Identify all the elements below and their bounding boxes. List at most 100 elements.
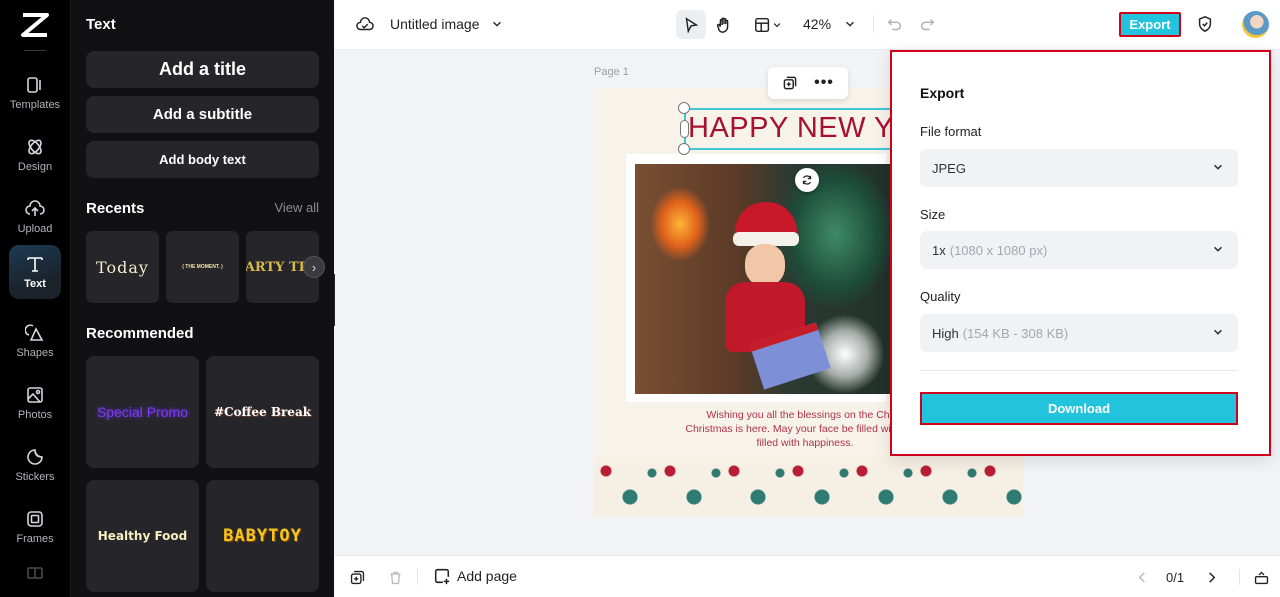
bottom-divider xyxy=(417,569,418,585)
collapse-pages-button[interactable] xyxy=(1252,568,1270,586)
add-page-button[interactable]: Add page xyxy=(433,567,517,585)
recent-text-the-moment[interactable]: ( THE MOMENT. ) xyxy=(166,231,239,303)
undo-button[interactable] xyxy=(885,15,905,35)
rail-item-templates[interactable]: Templates xyxy=(9,66,61,120)
rail-item-shapes[interactable]: Shapes xyxy=(9,314,61,368)
document-title[interactable]: Untitled image xyxy=(390,16,480,32)
cloud-sync-icon[interactable] xyxy=(355,15,375,35)
text-selection-box[interactable] xyxy=(684,108,924,150)
rail-item-text[interactable]: Text xyxy=(9,245,61,299)
zoom-level[interactable]: 42% xyxy=(803,16,831,32)
rail-item-label: Photos xyxy=(17,409,53,421)
resize-handle-left[interactable] xyxy=(680,120,689,138)
chevron-left-icon xyxy=(1138,571,1145,583)
rail-item-upload[interactable]: Upload xyxy=(9,190,61,244)
recommended-coffee-break[interactable]: #Coffee Break xyxy=(206,356,319,468)
photos-icon xyxy=(27,387,43,403)
expand-pages-icon xyxy=(1254,570,1268,584)
size-label: Size xyxy=(920,207,946,222)
previous-page-button[interactable] xyxy=(1134,568,1150,586)
add-body-text-button[interactable]: Add body text xyxy=(86,141,319,178)
recommended-label: Special Promo xyxy=(96,404,189,420)
export-panel: Export File format JPEG Size 1x (1080 x … xyxy=(890,50,1271,456)
recents-next-button[interactable]: › xyxy=(303,256,325,278)
rail-item-photos[interactable]: Photos xyxy=(9,376,61,430)
rail-item-frames[interactable]: Frames xyxy=(9,500,61,554)
rail-item-more[interactable] xyxy=(9,558,61,588)
chevron-down-icon xyxy=(1214,329,1222,335)
bottom-divider xyxy=(1239,569,1240,585)
next-page-button[interactable] xyxy=(1203,568,1219,586)
recommended-babytoy[interactable]: BABYTOY xyxy=(206,480,319,592)
more-options-button[interactable]: ••• xyxy=(814,74,834,92)
quality-label: Quality xyxy=(920,289,961,304)
upload-icon xyxy=(25,200,45,216)
top-bar: Untitled image 42% Export xyxy=(335,0,1280,50)
hand-icon xyxy=(716,17,729,33)
panel-title: Text xyxy=(86,16,116,33)
duplicate-icon xyxy=(783,76,797,90)
chevron-right-icon: › xyxy=(311,259,317,275)
export-panel-title: Export xyxy=(920,85,965,101)
chevron-down-icon xyxy=(773,23,781,28)
capcut-logo-icon[interactable] xyxy=(19,11,51,39)
shapes-icon xyxy=(25,324,44,341)
size-detail: (1080 x 1080 px) xyxy=(949,242,1048,258)
rail-item-label: Upload xyxy=(17,223,53,235)
delete-page-button[interactable] xyxy=(386,568,404,586)
rail-item-label: Templates xyxy=(9,99,61,111)
toolbar-divider xyxy=(873,15,874,33)
photo-face xyxy=(745,244,785,286)
recommended-healthy-food[interactable]: Healthy Food xyxy=(86,480,199,592)
rail-item-label: Text xyxy=(24,278,46,290)
recent-text-label: Today xyxy=(96,257,149,277)
recommended-special-promo[interactable]: Special Promo xyxy=(86,356,199,468)
redo-icon xyxy=(920,19,935,31)
zoom-chevron-down-icon[interactable] xyxy=(843,16,857,32)
duplicate-page-button[interactable] xyxy=(348,568,366,586)
recommended-heading: Recommended xyxy=(86,325,194,342)
title-chevron-down-icon[interactable] xyxy=(490,16,504,32)
shield-check-button[interactable] xyxy=(1195,14,1215,34)
file-format-select[interactable]: JPEG xyxy=(920,149,1238,187)
text-panel: Text Add a title Add a subtitle Add body… xyxy=(71,0,334,597)
frames-icon xyxy=(27,511,43,527)
hand-tool-button[interactable] xyxy=(713,14,735,36)
add-subtitle-button[interactable]: Add a subtitle xyxy=(86,96,319,133)
quality-select[interactable]: High (154 KB - 308 KB) xyxy=(920,314,1238,352)
recent-text-label: ( THE MOMENT. ) xyxy=(182,264,223,270)
select-tool-button[interactable] xyxy=(676,10,706,39)
export-button[interactable]: Export xyxy=(1119,12,1181,37)
recommended-label: BABYTOY xyxy=(223,526,302,546)
templates-icon xyxy=(27,77,41,93)
view-all-link[interactable]: View all xyxy=(274,200,319,215)
christmas-photo[interactable] xyxy=(635,164,895,394)
size-select[interactable]: 1x (1080 x 1080 px) xyxy=(920,231,1238,269)
chevron-down-icon xyxy=(1214,164,1222,170)
left-rail: Templates Design Upload Text Shapes Phot… xyxy=(0,0,71,597)
download-button[interactable]: Download xyxy=(920,392,1238,425)
file-format-value: JPEG xyxy=(932,160,966,176)
resize-handle-bottom-left[interactable] xyxy=(678,143,690,155)
rail-item-design[interactable]: Design xyxy=(9,128,61,182)
recommended-label: Healthy Food xyxy=(97,529,188,543)
rail-divider xyxy=(24,50,46,51)
undo-icon xyxy=(887,19,902,31)
add-title-button[interactable]: Add a title xyxy=(86,51,319,88)
rail-item-stickers[interactable]: Stickers xyxy=(9,438,61,492)
christmas-pattern-border[interactable] xyxy=(594,457,1023,517)
bottom-bar: Add page 0/1 xyxy=(335,555,1280,597)
export-panel-divider xyxy=(920,370,1238,371)
duplicate-element-button[interactable] xyxy=(781,74,799,92)
user-avatar[interactable] xyxy=(1242,11,1269,38)
recent-text-today[interactable]: Today xyxy=(86,231,159,303)
layout-dropdown-button[interactable] xyxy=(750,14,786,36)
resize-handle-top-left[interactable] xyxy=(678,102,690,114)
layout-icon xyxy=(755,17,770,33)
more-dots-icon: ••• xyxy=(814,74,834,91)
redo-button[interactable] xyxy=(917,15,937,35)
rotate-handle[interactable] xyxy=(795,168,819,192)
rail-item-label: Stickers xyxy=(15,471,55,483)
rail-item-label: Shapes xyxy=(16,347,54,359)
stickers-icon xyxy=(27,449,43,465)
